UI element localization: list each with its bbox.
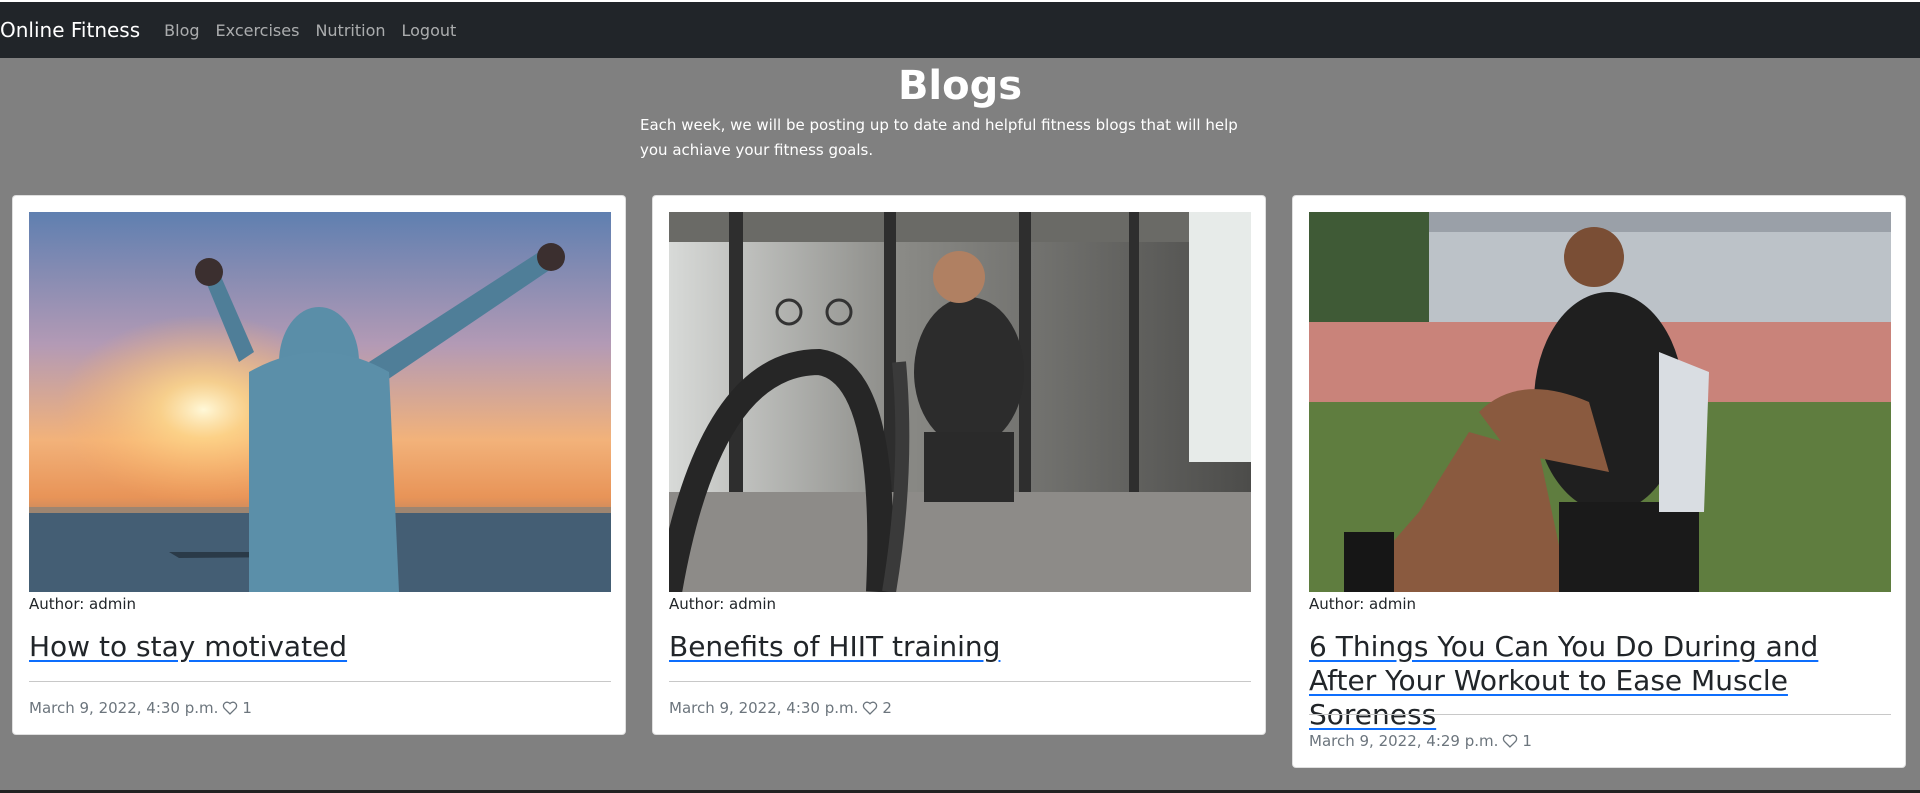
battle-ropes-gym-image[interactable]	[669, 212, 1251, 592]
card-divider	[669, 681, 1251, 682]
post-author: Author: admin	[669, 595, 777, 613]
post-meta: March 9, 2022, 4:29 p.m. 1	[1309, 732, 1532, 750]
nav-link-blog[interactable]: Blog	[164, 21, 199, 40]
post-title-link[interactable]: Benefits of HIIT training	[669, 630, 1229, 664]
card-divider	[29, 681, 611, 682]
athlete-knee-pain-track-image[interactable]	[1309, 212, 1891, 592]
post-date: March 9, 2022, 4:30 p.m.	[29, 699, 219, 717]
heart-icon[interactable]	[862, 700, 878, 716]
page-description: Each week, we will be posting up to date…	[640, 116, 1238, 159]
sunset-hoodie-arms-raised-image[interactable]	[29, 212, 611, 592]
nav-link-exercises[interactable]: Excercises	[216, 21, 300, 40]
blog-card: Author: admin 6 Things You Can You Do Du…	[1292, 195, 1906, 768]
post-author: Author: admin	[29, 595, 137, 613]
post-author: Author: admin	[1309, 595, 1417, 613]
post-date: March 9, 2022, 4:30 p.m.	[669, 699, 859, 717]
blog-card: Author: admin Benefits of HIIT training …	[652, 195, 1266, 735]
like-count: 1	[1522, 732, 1532, 750]
card-divider	[1309, 714, 1891, 715]
nav-link-logout[interactable]: Logout	[402, 21, 457, 40]
post-meta: March 9, 2022, 4:30 p.m. 1	[29, 699, 252, 717]
heart-icon[interactable]	[222, 700, 238, 716]
brand-link[interactable]: Online Fitness	[0, 18, 140, 42]
heart-icon[interactable]	[1502, 733, 1518, 749]
post-meta: March 9, 2022, 4:30 p.m. 2	[669, 699, 892, 717]
post-date: March 9, 2022, 4:29 p.m.	[1309, 732, 1499, 750]
post-title-link[interactable]: How to stay motivated	[29, 630, 589, 664]
page-title: Blogs	[897, 63, 1023, 109]
post-title-link[interactable]: 6 Things You Can You Do During and After…	[1309, 630, 1869, 732]
nav-link-nutrition[interactable]: Nutrition	[315, 21, 385, 40]
navbar: Online Fitness Blog Excercises Nutrition…	[0, 2, 1920, 58]
blog-card: Author: admin How to stay motivated Marc…	[12, 195, 626, 735]
like-count: 1	[242, 699, 252, 717]
like-count: 2	[882, 699, 892, 717]
